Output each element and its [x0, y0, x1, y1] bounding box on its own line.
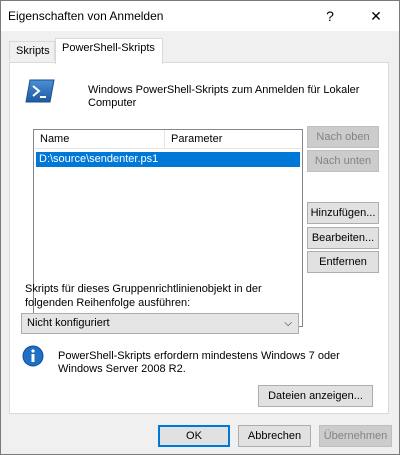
add-button[interactable]: Hinzufügen... — [307, 202, 379, 224]
ok-button[interactable]: OK — [158, 425, 230, 447]
show-files-button[interactable]: Dateien anzeigen... — [258, 385, 373, 407]
description-text: Windows PowerShell-Skripts zum Anmelden … — [88, 84, 360, 109]
window-title: Eigenschaften von Anmelden — [8, 9, 164, 23]
tab-strip: Skripts PowerShell-Skripts — [1, 31, 399, 64]
apply-button[interactable]: Übernehmen — [319, 425, 392, 447]
column-header-parameter[interactable]: Parameter — [165, 130, 222, 148]
info-icon — [22, 345, 44, 367]
move-up-button[interactable]: Nach oben — [307, 126, 379, 148]
close-button[interactable]: ✕ — [353, 1, 399, 31]
remove-button[interactable]: Entfernen — [307, 251, 379, 273]
tab-panel: Windows PowerShell-Skripts zum Anmelden … — [9, 62, 389, 414]
order-label: Skripts für dieses Gruppenrichtlinienobj… — [25, 283, 262, 309]
cancel-button[interactable]: Abbrechen — [238, 425, 311, 447]
column-header-name[interactable]: Name — [34, 130, 69, 148]
powershell-icon — [25, 79, 55, 103]
script-name: D:\source\sendenter.ps1 — [39, 153, 159, 165]
properties-dialog: Eigenschaften von Anmelden ? ✕ Skripts P… — [0, 0, 400, 455]
title-bar: Eigenschaften von Anmelden ? ✕ — [1, 1, 399, 31]
info-text: PowerShell-Skripts erfordern mindestens … — [58, 350, 340, 375]
chevron-down-icon: ⌵ — [284, 318, 292, 329]
tab-skripts[interactable]: Skripts — [9, 41, 55, 61]
order-select[interactable]: Nicht konfiguriert ⌵ — [21, 313, 299, 334]
order-select-value: Nicht konfiguriert — [27, 317, 110, 329]
list-header: Name Parameter — [34, 130, 302, 149]
edit-button[interactable]: Bearbeiten... — [307, 227, 379, 249]
list-item[interactable]: D:\source\sendenter.ps1 — [36, 152, 300, 167]
move-down-button[interactable]: Nach unten — [307, 150, 379, 172]
help-button[interactable]: ? — [307, 1, 353, 31]
tab-powershell-skripts[interactable]: PowerShell-Skripts — [55, 38, 163, 64]
